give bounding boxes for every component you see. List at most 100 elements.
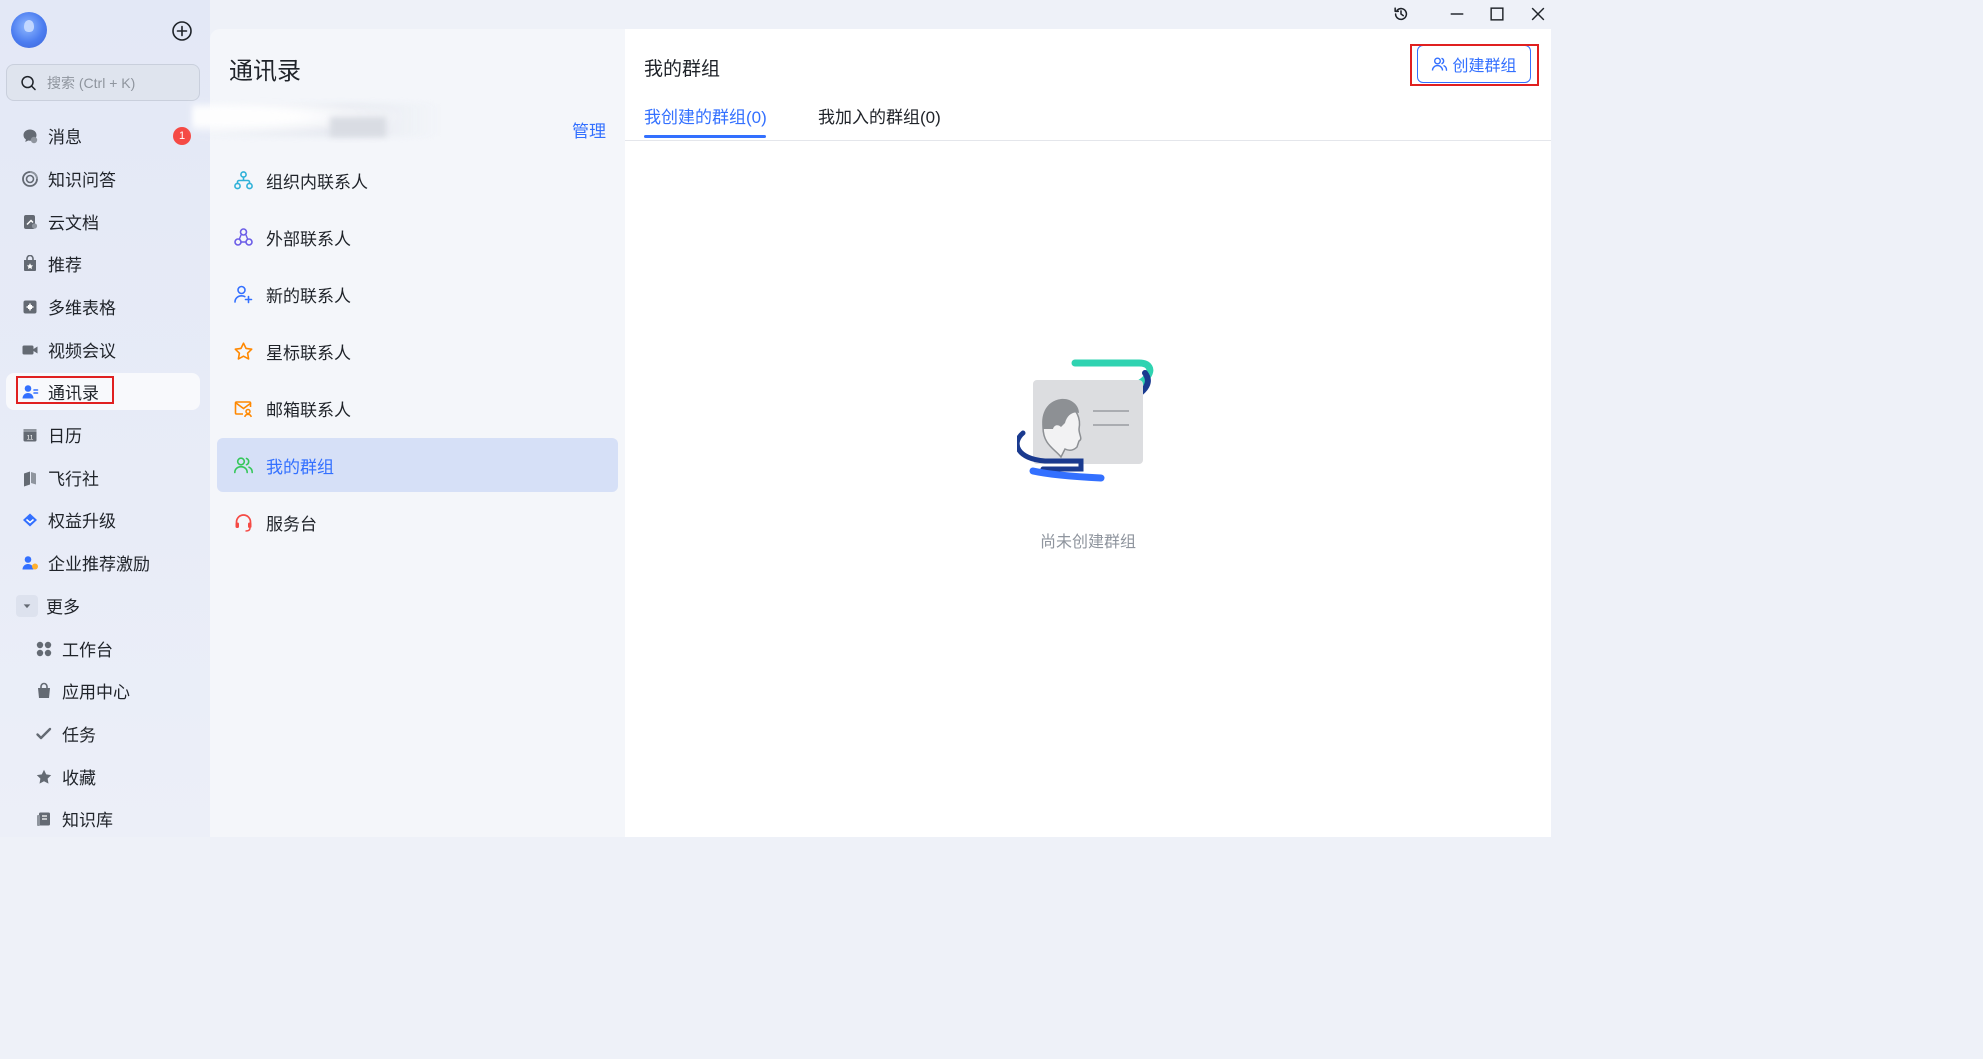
tab-created-groups[interactable]: 我创建的群组(0) (644, 103, 767, 128)
sidebar-item-label: 收藏 (62, 769, 96, 788)
create-group-button[interactable]: 创建群组 (1417, 45, 1531, 83)
active-tab-indicator (644, 135, 766, 138)
sidebar-item-label: 推荐 (48, 256, 82, 275)
sidebar-item-label: 飞行社 (48, 470, 99, 489)
sidebar-item-favorites[interactable]: 收藏 (6, 758, 200, 795)
sidebar-item-label: 通讯录 (48, 384, 99, 403)
sidebar-item-flight-club[interactable]: 飞行社 (6, 459, 200, 496)
task-icon (34, 724, 54, 744)
contacts-item-org[interactable]: 组织内联系人 (217, 153, 618, 207)
cloud-doc-icon (20, 212, 40, 232)
sidebar-item-app-center[interactable]: 应用中心 (6, 672, 200, 709)
contacts-item-label: 星标联系人 (266, 343, 351, 363)
sidebar-item-task[interactable]: 任务 (6, 715, 200, 752)
sidebar-item-label: 云文档 (48, 214, 99, 233)
contacts-item-external[interactable]: 外部联系人 (217, 210, 618, 264)
sidebar-item-label: 消息 (48, 128, 82, 147)
chevron-down-icon (16, 594, 38, 617)
ai-spark-icon (20, 169, 40, 189)
sidebar-item-label: 任务 (62, 726, 96, 745)
referral-icon (20, 553, 40, 573)
sidebar-item-knowledge-qa[interactable]: 知识问答 (6, 160, 200, 197)
contacts-item-mail[interactable]: 邮箱联系人 (217, 381, 618, 435)
divider (625, 140, 1551, 141)
unread-badge: 1 (173, 127, 191, 145)
sidebar-item-label: 知识库 (62, 811, 113, 830)
sidebar-item-calendar[interactable]: 11 日历 (6, 416, 200, 453)
page-title: 通讯录 (229, 58, 301, 85)
contacts-item-label: 服务台 (266, 514, 317, 534)
maximize-icon[interactable] (1487, 4, 1507, 24)
add-plus-icon[interactable] (171, 20, 193, 42)
sidebar-item-upgrade[interactable]: 权益升级 (6, 501, 200, 538)
contacts-item-label: 我的群组 (266, 457, 334, 477)
add-contact-icon (232, 283, 254, 305)
search-input[interactable] (45, 73, 199, 92)
contacts-item-label: 新的联系人 (266, 286, 351, 306)
wiki-icon (34, 809, 54, 829)
recommend-icon (20, 254, 40, 274)
contacts-item-my-groups[interactable]: 我的群组 (217, 438, 618, 492)
contacts-icon (20, 382, 40, 402)
star-icon (34, 767, 54, 787)
mail-contact-icon (232, 397, 254, 419)
window-edge (1551, 29, 1568, 837)
app-center-icon (34, 681, 54, 701)
sidebar-item-label: 多维表格 (48, 299, 116, 318)
chat-bubble-icon (20, 126, 40, 146)
sidebar-item-cloud-docs[interactable]: 云文档 (6, 203, 200, 240)
sidebar-item-workspace[interactable]: 工作台 (6, 630, 200, 667)
flight-club-icon (20, 468, 40, 488)
sidebar-item-more[interactable]: 更多 (6, 587, 200, 624)
empty-state-text: 尚未创建群组 (1039, 534, 1136, 551)
contacts-item-label: 组织内联系人 (266, 172, 368, 192)
sidebar-item-referral[interactable]: 企业推荐激励 (6, 544, 200, 581)
diamond-icon (20, 510, 40, 530)
manage-link[interactable]: 管理 (572, 117, 606, 142)
base-table-icon (20, 297, 40, 317)
search-box[interactable] (6, 64, 200, 101)
user-avatar[interactable] (11, 12, 47, 48)
contacts-item-label: 外部联系人 (266, 229, 351, 249)
contacts-item-service-desk[interactable]: 服务台 (217, 495, 618, 549)
group-icon (232, 454, 254, 476)
sidebar-item-label: 权益升级 (48, 512, 116, 531)
sidebar-item-label: 知识问答 (48, 171, 116, 190)
sidebar-item-label: 更多 (46, 598, 80, 617)
section-title: 我的群组 (644, 59, 721, 80)
calendar-icon: 11 (20, 425, 40, 445)
workspace-icon (34, 639, 54, 659)
contacts-panel: 通讯录 管理 组织内联系人 外部联系人 新的联系人 星标联系人 邮箱联系人 我的… (192, 29, 625, 837)
sidebar-item-label: 视频会议 (48, 342, 116, 361)
sidebar-item-wiki[interactable]: 知识库 (6, 800, 200, 837)
sidebar-item-label: 应用中心 (62, 683, 130, 702)
sidebar-item-label: 日历 (48, 427, 82, 446)
external-contacts-icon (232, 226, 254, 248)
minimize-icon[interactable] (1447, 4, 1467, 24)
sidebar-item-recommend[interactable]: 推荐 (6, 245, 200, 282)
contacts-item-starred[interactable]: 星标联系人 (217, 324, 618, 378)
org-name-redacted (192, 103, 442, 137)
sidebar-item-base-table[interactable]: 多维表格 (6, 288, 200, 325)
contacts-item-new[interactable]: 新的联系人 (217, 267, 618, 321)
empty-state-illustration (1017, 359, 1154, 482)
sidebar-item-label: 企业推荐激励 (48, 555, 150, 574)
history-icon[interactable] (1391, 4, 1411, 24)
tab-joined-groups[interactable]: 我加入的群组(0) (818, 103, 941, 128)
org-name-redacted-block (330, 117, 386, 137)
sidebar: 消息 1 知识问答 云文档 推荐 多维表格 视频会议 通讯录 11 日历 飞行社 (0, 0, 210, 837)
create-group-label: 创建群组 (1452, 58, 1517, 75)
sidebar-item-video-meeting[interactable]: 视频会议 (6, 331, 200, 368)
sidebar-item-label: 工作台 (62, 641, 113, 660)
headset-icon (232, 511, 254, 533)
group-add-icon (1432, 57, 1448, 71)
star-outline-icon (232, 340, 254, 362)
search-icon (21, 75, 36, 90)
sidebar-item-contacts[interactable]: 通讯录 (6, 373, 200, 410)
sidebar-item-messages[interactable]: 消息 1 (6, 117, 200, 154)
close-icon[interactable] (1528, 4, 1548, 24)
groups-panel: 我的群组 创建群组 我创建的群组(0) 我加入的群组(0) 尚未创建群组 (625, 29, 1551, 837)
svg-text:11: 11 (27, 434, 34, 441)
contacts-item-label: 邮箱联系人 (266, 400, 351, 420)
video-camera-icon (20, 340, 40, 360)
